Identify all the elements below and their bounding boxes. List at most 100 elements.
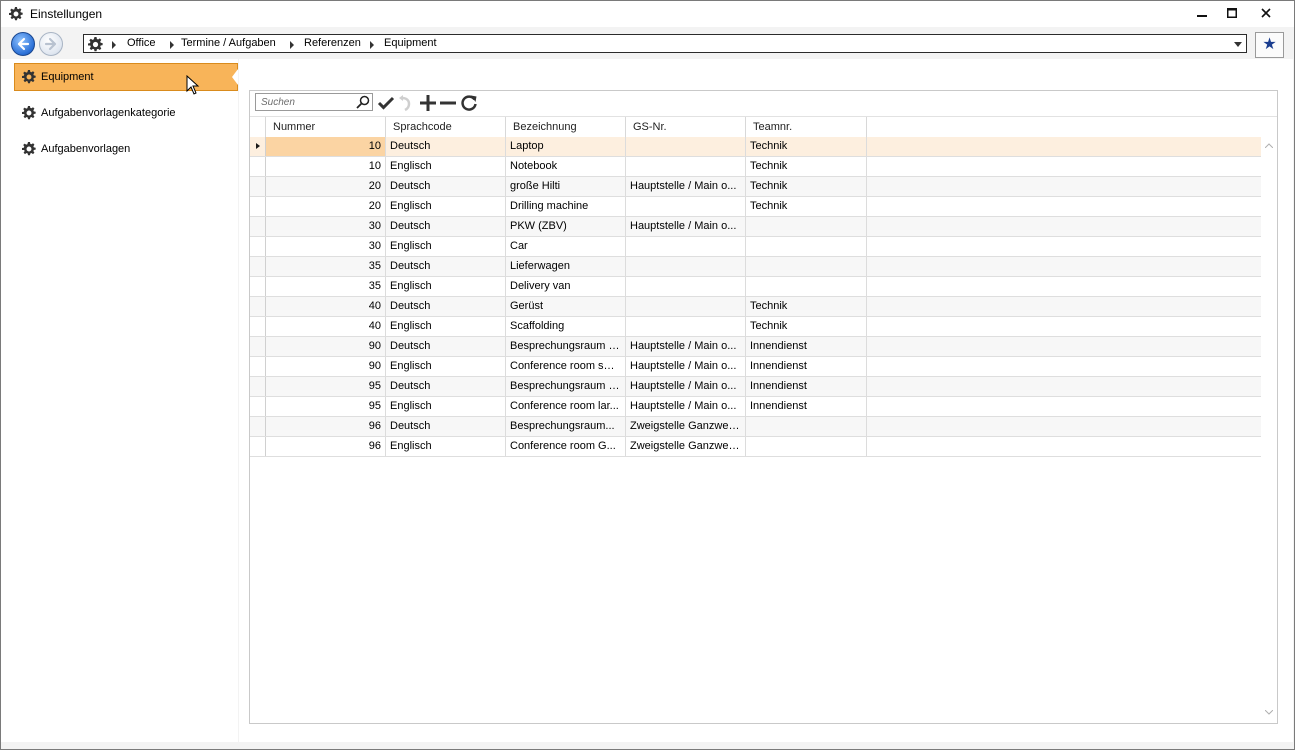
address-bar[interactable]: Office Termine / Aufgaben Referenzen Equ…: [83, 34, 1247, 53]
cell-sprachcode[interactable]: Deutsch: [386, 377, 506, 396]
table-row[interactable]: 10 Englisch Notebook Technik: [250, 157, 1261, 177]
table-row[interactable]: 96 Englisch Conference room G... Zweigstell…: [250, 437, 1261, 457]
cell-gs-nr[interactable]: Hauptstelle / Main o...: [626, 397, 746, 416]
cell-sprachcode[interactable]: Englisch: [386, 197, 506, 216]
cell-sprachcode[interactable]: Englisch: [386, 237, 506, 256]
cell-nummer[interactable]: 90: [266, 357, 386, 376]
row-indicator[interactable]: [250, 437, 266, 456]
sidebar-item-aufgabenvorlagen[interactable]: Aufgabenvorlagen: [14, 135, 238, 163]
table-row[interactable]: 30 Englisch Car: [250, 237, 1261, 257]
cell-sprachcode[interactable]: Deutsch: [386, 417, 506, 436]
cell-bezeichnung[interactable]: Besprechungsraum...: [506, 417, 626, 436]
cell-gs-nr[interactable]: [626, 257, 746, 276]
chevron-down-icon[interactable]: [1265, 710, 1273, 715]
cell-sprachcode[interactable]: Englisch: [386, 157, 506, 176]
column-header-sprachcode[interactable]: Sprachcode: [386, 117, 506, 137]
cell-nummer[interactable]: 40: [266, 317, 386, 336]
add-icon[interactable]: [418, 93, 438, 113]
cell-bezeichnung[interactable]: Car: [506, 237, 626, 256]
cell-nummer[interactable]: 10: [266, 157, 386, 176]
table-row[interactable]: 10 Deutsch Laptop Technik: [250, 137, 1261, 157]
row-indicator[interactable]: [250, 197, 266, 216]
cell-nummer[interactable]: 40: [266, 297, 386, 316]
cell-gs-nr[interactable]: [626, 297, 746, 316]
cell-sprachcode[interactable]: Deutsch: [386, 217, 506, 236]
cell-teamnr[interactable]: Technik: [746, 317, 867, 336]
cell-sprachcode[interactable]: Deutsch: [386, 297, 506, 316]
cell-nummer[interactable]: 20: [266, 177, 386, 196]
breadcrumb-item-termine[interactable]: Termine / Aufgaben: [181, 37, 276, 49]
forward-button[interactable]: [39, 32, 63, 56]
cell-sprachcode[interactable]: Deutsch: [386, 177, 506, 196]
table-row[interactable]: 20 Englisch Drilling machine Technik: [250, 197, 1261, 217]
favorites-button[interactable]: ★: [1255, 32, 1284, 58]
cell-gs-nr[interactable]: Hauptstelle / Main o...: [626, 217, 746, 236]
cell-bezeichnung[interactable]: Conference room G...: [506, 437, 626, 456]
breadcrumb-item-referenzen[interactable]: Referenzen: [304, 37, 361, 49]
remove-icon[interactable]: [438, 93, 458, 113]
row-indicator[interactable]: [250, 417, 266, 436]
cell-bezeichnung[interactable]: Drilling machine: [506, 197, 626, 216]
close-button[interactable]: [1251, 1, 1281, 25]
cell-teamnr[interactable]: [746, 437, 867, 456]
sidebar-item-equipment[interactable]: Equipment: [14, 63, 238, 91]
column-header-gs-nr[interactable]: GS-Nr.: [626, 117, 746, 137]
cell-teamnr[interactable]: [746, 257, 867, 276]
cell-teamnr[interactable]: [746, 217, 867, 236]
cell-gs-nr[interactable]: Zweigstelle Ganzweit...: [626, 417, 746, 436]
cell-gs-nr[interactable]: Zweigstelle Ganzweit...: [626, 437, 746, 456]
cell-nummer[interactable]: 10: [266, 137, 386, 156]
breadcrumb-item-equipment[interactable]: Equipment: [384, 37, 437, 49]
cell-bezeichnung[interactable]: Delivery van: [506, 277, 626, 296]
row-indicator[interactable]: [250, 237, 266, 256]
cell-gs-nr[interactable]: Hauptstelle / Main o...: [626, 177, 746, 196]
cell-nummer[interactable]: 96: [266, 437, 386, 456]
table-row[interactable]: 30 Deutsch PKW (ZBV) Hauptstelle / Main o..…: [250, 217, 1261, 237]
cell-gs-nr[interactable]: Hauptstelle / Main o...: [626, 357, 746, 376]
cell-bezeichnung[interactable]: Besprechungsraum g...: [506, 377, 626, 396]
cell-bezeichnung[interactable]: Conference room lar...: [506, 397, 626, 416]
cell-teamnr[interactable]: Innendienst: [746, 357, 867, 376]
cell-nummer[interactable]: 95: [266, 397, 386, 416]
chevron-down-icon[interactable]: [1234, 42, 1242, 47]
sidebar-item-aufgabenvorlagenkategorie[interactable]: Aufgabenvorlagenkategorie: [14, 99, 238, 127]
cell-sprachcode[interactable]: Deutsch: [386, 337, 506, 356]
cell-gs-nr[interactable]: Hauptstelle / Main o...: [626, 337, 746, 356]
table-row[interactable]: 40 Deutsch Gerüst Technik: [250, 297, 1261, 317]
cell-teamnr[interactable]: Technik: [746, 297, 867, 316]
chevron-up-icon[interactable]: [1265, 143, 1273, 148]
cell-teamnr[interactable]: [746, 417, 867, 436]
row-indicator[interactable]: [250, 157, 266, 176]
table-row[interactable]: 95 Englisch Conference room lar... Hauptste…: [250, 397, 1261, 417]
table-row[interactable]: 35 Deutsch Lieferwagen: [250, 257, 1261, 277]
cell-sprachcode[interactable]: Englisch: [386, 437, 506, 456]
cell-teamnr[interactable]: Innendienst: [746, 377, 867, 396]
cell-teamnr[interactable]: [746, 237, 867, 256]
column-header-bezeichnung[interactable]: Bezeichnung: [506, 117, 626, 137]
search-icon[interactable]: [356, 95, 370, 109]
cell-gs-nr[interactable]: [626, 277, 746, 296]
table-row[interactable]: 35 Englisch Delivery van: [250, 277, 1261, 297]
cell-nummer[interactable]: 30: [266, 237, 386, 256]
cell-sprachcode[interactable]: Deutsch: [386, 137, 506, 156]
cell-gs-nr[interactable]: [626, 137, 746, 156]
column-header-teamnr[interactable]: Teamnr.: [746, 117, 867, 137]
table-row[interactable]: 40 Englisch Scaffolding Technik: [250, 317, 1261, 337]
cell-bezeichnung[interactable]: Laptop: [506, 137, 626, 156]
cell-bezeichnung[interactable]: Notebook: [506, 157, 626, 176]
cell-bezeichnung[interactable]: große Hilti: [506, 177, 626, 196]
minimize-button[interactable]: [1187, 1, 1217, 25]
cell-nummer[interactable]: 35: [266, 277, 386, 296]
cell-teamnr[interactable]: Technik: [746, 137, 867, 156]
back-button[interactable]: [11, 32, 35, 56]
row-indicator[interactable]: [250, 337, 266, 356]
refresh-icon[interactable]: [459, 93, 479, 113]
row-indicator[interactable]: [250, 277, 266, 296]
cell-teamnr[interactable]: [746, 277, 867, 296]
cell-bezeichnung[interactable]: Besprechungsraum k...: [506, 337, 626, 356]
row-indicator[interactable]: [250, 257, 266, 276]
cell-teamnr[interactable]: Technik: [746, 157, 867, 176]
table-row[interactable]: 20 Deutsch große Hilti Hauptstelle / Main o…: [250, 177, 1261, 197]
cell-nummer[interactable]: 35: [266, 257, 386, 276]
cell-teamnr[interactable]: Innendienst: [746, 397, 867, 416]
